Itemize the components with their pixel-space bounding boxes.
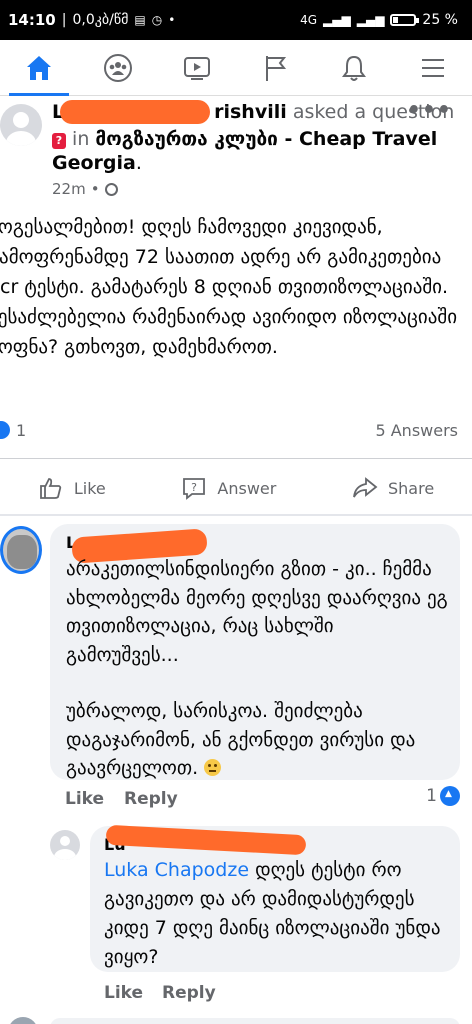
nav-watch[interactable] bbox=[167, 40, 227, 96]
next-comment-peek bbox=[0, 1014, 472, 1024]
more-notifications-icon: • bbox=[168, 13, 176, 27]
meta-dot: • bbox=[90, 180, 100, 198]
share-label: Share bbox=[387, 478, 435, 498]
globe-icon bbox=[104, 182, 118, 196]
nav-notifications[interactable] bbox=[324, 40, 384, 96]
more-options-icon[interactable]: ••• bbox=[407, 98, 452, 123]
commenter-avatar[interactable] bbox=[0, 526, 42, 574]
share-arrow-icon bbox=[353, 477, 378, 498]
post-actions: Like ? Answer Share bbox=[0, 466, 472, 510]
post-meta: 22m • bbox=[52, 180, 118, 198]
nav-pages[interactable] bbox=[245, 40, 305, 96]
answer-button[interactable]: ? Answer bbox=[181, 475, 276, 501]
comment-paragraph-1: არაკეთილსინდისიერი გზით - კი.. ჩემმა ახლ… bbox=[66, 558, 448, 666]
network-speed: 0,0კბ/წმ bbox=[72, 12, 129, 28]
menu-icon bbox=[421, 58, 444, 77]
post-group-line: ? in მოგზაურთა კლუბი - Cheap Travel Geor… bbox=[52, 127, 452, 175]
answers-count[interactable]: 5 Answers bbox=[375, 421, 458, 440]
home-icon bbox=[27, 55, 52, 80]
battery-percent: 25 % bbox=[422, 12, 458, 28]
pages-flag-icon bbox=[266, 55, 287, 81]
status-bar: 14:10 | 0,0კბ/წმ ▤ ◷ • 4G ▂▄▆ ▂▄▆ 25 % bbox=[0, 0, 472, 40]
reaction-count: 1 bbox=[426, 786, 437, 806]
neutral-face-emoji-icon bbox=[204, 759, 222, 776]
reply-reply-button[interactable]: Reply bbox=[162, 983, 216, 1003]
nav-groups[interactable] bbox=[88, 40, 148, 96]
like-label: Like bbox=[73, 478, 106, 498]
answer-question-icon: ? bbox=[183, 478, 206, 500]
separator: | bbox=[61, 12, 67, 28]
post-counts: 1 5 Answers bbox=[0, 418, 472, 446]
nav-home[interactable] bbox=[9, 40, 70, 96]
post-time[interactable]: 22m bbox=[52, 180, 86, 198]
like-reaction-icon bbox=[440, 786, 460, 806]
reply-avatar[interactable] bbox=[50, 830, 80, 860]
post-body: მოგესალმებით! დღეს ჩამოვედი კიევიდან, გა… bbox=[0, 216, 458, 358]
thumbs-up-icon bbox=[39, 478, 62, 499]
battery-icon bbox=[390, 14, 420, 26]
top-nav bbox=[0, 40, 472, 96]
signal-icon: ▂▄▆ bbox=[323, 13, 351, 27]
comment-text: არაკეთილსინდისიერი გზით - კი.. ჩემმა ახლ… bbox=[66, 555, 451, 783]
groups-icon bbox=[103, 53, 132, 82]
share-button[interactable]: Share bbox=[352, 475, 434, 501]
comment-paragraph-2: უბრალოდ, სარისკოა. შეიძლება დაგაჯარიმონ,… bbox=[66, 700, 416, 779]
in-label: in bbox=[72, 128, 90, 150]
mention-link[interactable]: Luka Chapodze bbox=[104, 859, 249, 881]
redaction-mark bbox=[60, 100, 210, 124]
comment-reply-button[interactable]: Reply bbox=[124, 789, 178, 809]
alarm-icon: ◷ bbox=[151, 13, 163, 27]
like-count[interactable]: 1 bbox=[16, 421, 26, 440]
divider bbox=[0, 458, 472, 459]
network-type: 4G bbox=[300, 13, 318, 27]
signal-2-icon: ▂▄▆ bbox=[356, 13, 385, 27]
like-button[interactable]: Like bbox=[38, 475, 106, 501]
clock: 14:10 bbox=[8, 11, 56, 29]
next-comment-avatar[interactable] bbox=[8, 1017, 38, 1024]
answer-label: Answer bbox=[217, 478, 277, 498]
like-reaction-icon bbox=[0, 421, 10, 439]
reply-text: Luka Chapodze დღეს ტესტი რო გავიკეთო და … bbox=[104, 856, 454, 972]
svg-text:?: ? bbox=[191, 481, 197, 494]
notifications-bell-icon bbox=[341, 55, 366, 81]
author-avatar[interactable] bbox=[0, 104, 42, 146]
section-separator bbox=[0, 514, 472, 516]
reply-like-button[interactable]: Like bbox=[104, 983, 143, 1003]
question-icon: ? bbox=[52, 133, 66, 149]
message-icon: ▤ bbox=[134, 13, 146, 27]
group-period: . bbox=[135, 152, 142, 174]
comment-like-button[interactable]: Like bbox=[65, 789, 104, 809]
comment-reactions[interactable]: 1 bbox=[426, 786, 460, 806]
watch-icon bbox=[183, 56, 210, 80]
next-comment-bubble bbox=[50, 1018, 460, 1024]
nav-menu[interactable] bbox=[403, 40, 463, 96]
group-link[interactable]: მოგზაურთა კლუბი - Cheap Travel Georgia bbox=[52, 128, 437, 174]
